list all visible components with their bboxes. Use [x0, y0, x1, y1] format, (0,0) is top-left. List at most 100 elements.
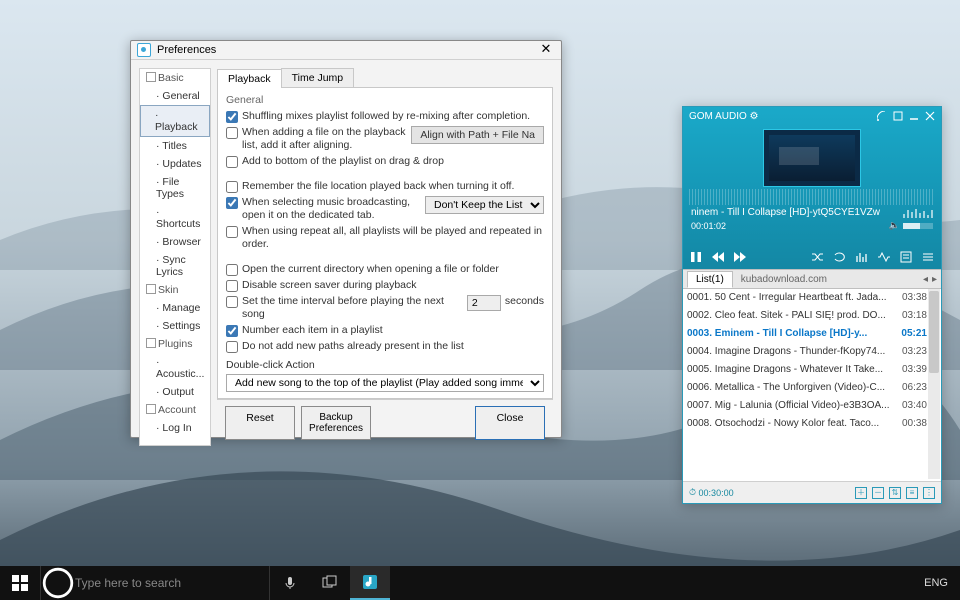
sidebar-item-sync-lyrics[interactable]: · Sync Lyrics — [140, 251, 210, 281]
pause-button[interactable] — [689, 250, 703, 264]
playlist-item[interactable]: 0001. 50 Cent - Irregular Heartbeat ft. … — [683, 289, 941, 307]
option-label: Remember the file location played back w… — [242, 180, 544, 193]
doubleclick-label: Double-click Action — [226, 359, 544, 371]
option-checkbox[interactable] — [226, 264, 238, 276]
player-controls — [683, 245, 941, 269]
next-button[interactable] — [733, 250, 747, 264]
language-indicator[interactable]: ENG — [912, 577, 960, 589]
option-checkbox[interactable] — [226, 280, 238, 292]
tab-playback[interactable]: Playback — [217, 69, 282, 88]
sidebar-group-plugins[interactable]: Plugins — [140, 335, 210, 353]
gom-taskbar-icon[interactable] — [350, 566, 390, 600]
volume-slider[interactable] — [903, 223, 933, 229]
sidebar-item-output[interactable]: · Output — [140, 383, 210, 401]
option-checkbox[interactable] — [226, 127, 238, 139]
option-checkbox[interactable] — [226, 226, 238, 238]
option-checkbox[interactable] — [226, 197, 238, 209]
sidebar-item-titles[interactable]: · Titles — [140, 137, 210, 155]
option-checkbox[interactable] — [226, 341, 238, 353]
sidebar-item-file-types[interactable]: · File Types — [140, 173, 210, 203]
backup-button[interactable]: Backup Preferences — [301, 406, 371, 440]
video-thumbnail[interactable] — [763, 129, 861, 187]
playlist-icon[interactable] — [921, 250, 935, 264]
sidebar-item-general[interactable]: · General — [140, 87, 210, 105]
option-row: Do not add new paths already present in … — [226, 340, 544, 353]
effect-icon[interactable] — [877, 250, 891, 264]
lyrics-icon[interactable] — [899, 250, 913, 264]
elapsed-time: 00:01:02 — [691, 221, 726, 231]
playlist-item[interactable]: 0003. Eminem - Till I Collapse [HD]-y...… — [683, 325, 941, 343]
option-checkbox[interactable] — [226, 181, 238, 193]
sidebar-item-settings[interactable]: · Settings — [140, 317, 210, 335]
volume-icon[interactable]: 🔈 — [889, 220, 900, 231]
option-checkbox[interactable] — [226, 325, 238, 337]
reset-button[interactable]: Reset — [225, 406, 295, 440]
sidebar-item-updates[interactable]: · Updates — [140, 155, 210, 173]
sidebar-group-account[interactable]: Account — [140, 401, 210, 419]
sidebar-group-basic[interactable]: Basic — [140, 69, 210, 87]
sidebar-group-skin[interactable]: Skin — [140, 281, 210, 299]
eq-icon[interactable] — [855, 250, 869, 264]
repeat-icon[interactable] — [833, 250, 847, 264]
gom-audio-window: GOM AUDIO ⚙ ninem - Till I Collapse [HD]… — [682, 106, 942, 504]
playlist-item[interactable]: 0008. Otsochodzi - Nowy Kolor feat. Taco… — [683, 415, 941, 433]
preferences-titlebar[interactable]: Preferences ✕ — [131, 41, 561, 60]
interval-input[interactable] — [467, 295, 501, 311]
minimize-icon[interactable] — [909, 111, 919, 121]
gom-statusbar: ⏱ 00:30:00 ＋ － ⇅ ≡ ⋮ — [683, 481, 941, 503]
doubleclick-select[interactable]: Add new song to the top of the playlist … — [226, 374, 544, 392]
cast-icon[interactable] — [877, 111, 887, 121]
preferences-options-area: General Shuffling mixes playlist followe… — [217, 88, 553, 399]
start-button[interactable] — [0, 566, 40, 600]
section-title: General — [226, 94, 544, 106]
close-icon[interactable] — [925, 111, 935, 121]
pin-icon[interactable] — [893, 111, 903, 121]
option-checkbox[interactable] — [226, 111, 238, 123]
playlist-item[interactable]: 0006. Metallica - The Unforgiven (Video)… — [683, 379, 941, 397]
playlist-item[interactable]: 0005. Imagine Dragons - Whatever It Take… — [683, 361, 941, 379]
sidebar-item-log-in[interactable]: · Log In — [140, 419, 210, 437]
remove-icon[interactable]: － — [872, 487, 884, 499]
menu-icon[interactable]: ⋮ — [923, 487, 935, 499]
sidebar-item-browser[interactable]: · Browser — [140, 233, 210, 251]
sidebar-item-manage[interactable]: · Manage — [140, 299, 210, 317]
playlist-tab[interactable]: List(1) — [687, 271, 733, 288]
option-label: When adding a file on the playback list,… — [242, 126, 407, 152]
option-checkbox[interactable] — [226, 296, 238, 308]
playlist-next-icon[interactable]: ▸ — [932, 274, 937, 285]
doubleclick-section: Double-click Action Add new song to the … — [226, 359, 544, 392]
option-row: When adding a file on the playback list,… — [226, 126, 544, 152]
tab-time-jump[interactable]: Time Jump — [281, 68, 355, 87]
sidebar-item-playback[interactable]: · Playback — [140, 105, 210, 137]
playlist: 0001. 50 Cent - Irregular Heartbeat ft. … — [683, 289, 941, 481]
equalizer-icon — [903, 208, 933, 218]
playlist-item[interactable]: 0002. Cleo feat. Sitek - PALI SIĘ! prod.… — [683, 307, 941, 325]
taskview-icon[interactable] — [310, 566, 350, 600]
mic-icon[interactable] — [270, 566, 310, 600]
shuffle-icon[interactable] — [811, 250, 825, 264]
playlist-item[interactable]: 0007. Mig - Lalunia (Official Video)-e3B… — [683, 397, 941, 415]
add-icon[interactable]: ＋ — [855, 487, 867, 499]
prev-button[interactable] — [711, 250, 725, 264]
sidebar-item-acoustic-[interactable]: · Acoustic... — [140, 353, 210, 383]
preferences-main-panel: PlaybackTime Jump General Shuffling mixe… — [217, 68, 553, 446]
list-icon[interactable]: ≡ — [906, 487, 918, 499]
broadcast-select[interactable]: Don't Keep the List — [425, 196, 544, 214]
taskbar-search[interactable]: Type here to search — [40, 566, 270, 600]
now-playing-title: ninem - Till I Collapse [HD]-ytQ5CYE1VZw — [691, 207, 880, 218]
cortana-icon[interactable] — [41, 566, 75, 600]
close-icon[interactable]: ✕ — [537, 41, 555, 59]
close-button[interactable]: Close — [475, 406, 545, 440]
option-row: Add to bottom of the playlist on drag & … — [226, 155, 544, 168]
sort-icon[interactable]: ⇅ — [889, 487, 901, 499]
sidebar-item-shortcuts[interactable]: · Shortcuts — [140, 203, 210, 233]
align-button[interactable]: Align with Path + File Na — [411, 126, 544, 144]
playlist-prev-icon[interactable]: ◂ — [923, 274, 928, 285]
playlist-scrollbar[interactable] — [928, 289, 940, 479]
preferences-tabs: PlaybackTime Jump — [217, 68, 553, 88]
option-label: Number each item in a playlist — [242, 324, 544, 337]
taskbar: Type here to search ENG — [0, 566, 960, 600]
gom-titlebar[interactable]: GOM AUDIO ⚙ — [683, 107, 941, 125]
playlist-item[interactable]: 0004. Imagine Dragons - Thunder-fKopy74.… — [683, 343, 941, 361]
option-checkbox[interactable] — [226, 156, 238, 168]
